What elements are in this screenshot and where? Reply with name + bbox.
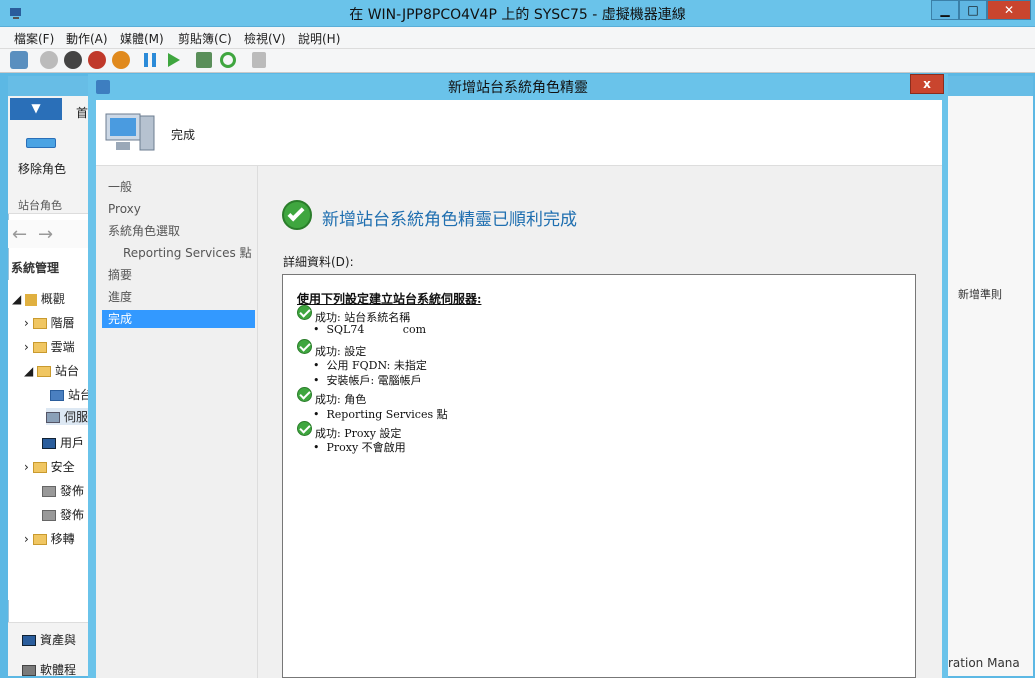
detail-item: • 安裝帳戶: 電腦帳戶 [313, 374, 422, 387]
detail-item: • Reporting Services 點 [313, 408, 448, 421]
success-icon [297, 421, 312, 436]
wizard-header: 完成 [96, 100, 942, 166]
resume-icon[interactable] [168, 53, 180, 67]
maximize-button[interactable]: □ [959, 0, 987, 20]
wizard-step-role-selection[interactable]: 系統角色選取 [108, 221, 180, 241]
details-heading: 使用下列設定建立站台系統伺服器: [297, 292, 482, 306]
detail-item: • 公用 FQDN: 未指定 [313, 359, 427, 372]
remove-role-icon [26, 138, 56, 148]
tree-item-label: 伺服 [64, 410, 88, 424]
enhanced-session-icon[interactable] [252, 52, 266, 68]
revert-icon[interactable] [220, 52, 236, 68]
folder-icon [32, 342, 47, 353]
detail-item-text: Reporting Services 點 [326, 408, 448, 421]
tree-item[interactable]: ◢ 概觀 [12, 290, 88, 307]
wizard-step-general[interactable]: 一般 [108, 177, 132, 197]
menu-view[interactable]: 檢視(V) [244, 30, 286, 47]
detail-status: 成功: 角色 [315, 393, 367, 406]
success-icon [297, 305, 312, 320]
console-right-pane [946, 96, 1033, 676]
shutdown-icon[interactable] [88, 51, 106, 69]
computer-icon [104, 110, 156, 163]
detail-item: • SQL74 com [313, 323, 427, 336]
tree-item-label: 發佈 [60, 484, 85, 498]
detail-item-text: 安裝帳戶: 電腦帳戶 [326, 374, 422, 387]
start-icon[interactable] [40, 51, 58, 69]
tree-item-label: 概觀 [40, 292, 65, 306]
vm-menubar: 檔案(F) 動作(A) 媒體(M) 剪貼簿(C) 檢視(V) 說明(H) [0, 27, 1035, 49]
tree-item[interactable]: 伺服 [46, 408, 88, 425]
tree-item[interactable]: 發佈 [42, 506, 88, 523]
menu-media[interactable]: 媒體(M) [120, 30, 164, 47]
detail-item: • Proxy 不會啟用 [313, 441, 406, 454]
distribution-icon [42, 510, 56, 521]
menu-action[interactable]: 動作(A) [66, 30, 108, 47]
wizard-title: 新增站台系統角色精靈 [448, 80, 588, 96]
ribbon-group-label: 站台角色 [18, 199, 62, 212]
status-bar-text: ration Mana [948, 656, 1020, 670]
menu-clipboard[interactable]: 剪貼簿(C) [178, 30, 232, 47]
forward-icon[interactable]: → [38, 224, 53, 245]
overview-icon [25, 293, 38, 306]
assets-icon [22, 635, 36, 646]
details-label: 詳細資料(D): [283, 255, 354, 269]
menu-file[interactable]: 檔案(F) [14, 30, 54, 47]
minimize-button[interactable]: ▁ [931, 0, 959, 20]
remove-role-button[interactable]: 移除角色 [10, 138, 80, 177]
workspace-label: 軟體程 [40, 663, 77, 677]
power-icon[interactable] [112, 51, 130, 69]
back-icon[interactable]: ← [12, 224, 27, 245]
wizard-step-summary[interactable]: 摘要 [108, 265, 132, 285]
close-button[interactable]: ✕ [987, 0, 1031, 20]
success-icon [297, 387, 312, 402]
success-icon [297, 339, 312, 354]
nav-bar: ← → [8, 220, 88, 248]
tree-item-label: 移轉 [50, 532, 75, 546]
wizard-step-reporting-services[interactable]: Reporting Services 點 [123, 243, 252, 263]
vm-window-title: 在 WIN-JPP8PCO4V4P 上的 SYSC75 - 虛擬機器連線 [349, 7, 686, 23]
wizard-page-heading: 完成 [171, 128, 196, 142]
wizard-close-button[interactable]: x [910, 74, 944, 94]
success-check-icon [282, 200, 312, 230]
ctrl-alt-del-icon[interactable] [10, 51, 28, 69]
file-menu-tab[interactable]: ▼ [10, 98, 62, 120]
site-icon [50, 390, 64, 401]
ribbon-tab-home[interactable]: 首 [76, 104, 88, 121]
workspace-software[interactable]: 軟體程 [22, 661, 88, 678]
pause-icon[interactable] [144, 53, 156, 67]
wizard-step-proxy[interactable]: Proxy [108, 199, 141, 219]
distribution-icon [42, 486, 56, 497]
detail-item-text: SQL74 com [326, 323, 427, 336]
tree-item-label: 用戶 [60, 436, 85, 450]
tree-item[interactable]: 發佈 [42, 482, 88, 499]
tree-item-label: 發佈 [60, 508, 85, 522]
tree-item-label: 站台 [55, 364, 80, 378]
folder-icon [32, 534, 47, 545]
detail-item-text: 公用 FQDN: 未指定 [326, 359, 427, 372]
software-icon [22, 665, 36, 676]
new-rule-button[interactable]: 新增準則 [958, 286, 1002, 302]
detail-item-text: Proxy 不會啟用 [326, 441, 406, 454]
workspace-assets[interactable]: 資產與 [22, 631, 88, 648]
tree-item-label: 雲端 [50, 340, 75, 354]
workspace-label: 資產與 [40, 633, 77, 647]
folder-icon [32, 318, 47, 329]
vm-toolbar [0, 49, 1035, 73]
wizard-step-completion[interactable]: 完成 [108, 309, 132, 329]
wizard-step-progress[interactable]: 進度 [108, 287, 132, 307]
turn-off-icon[interactable] [64, 51, 82, 69]
folder-icon [32, 462, 47, 473]
tree-item[interactable]: 用戶 [42, 434, 88, 451]
folder-icon [37, 366, 52, 377]
tree-item-label: 安全 [50, 460, 75, 474]
menu-help[interactable]: 說明(H) [298, 30, 340, 47]
users-icon [42, 438, 56, 449]
workspace-title: 系統管理 [11, 261, 60, 275]
completion-message: 新增站台系統角色精靈已順利完成 [322, 210, 577, 230]
checkpoint-icon[interactable] [196, 52, 212, 68]
tree-item-label: 階層 [50, 316, 75, 330]
remove-role-label: 移除角色 [18, 162, 67, 176]
server-icon [46, 412, 60, 423]
